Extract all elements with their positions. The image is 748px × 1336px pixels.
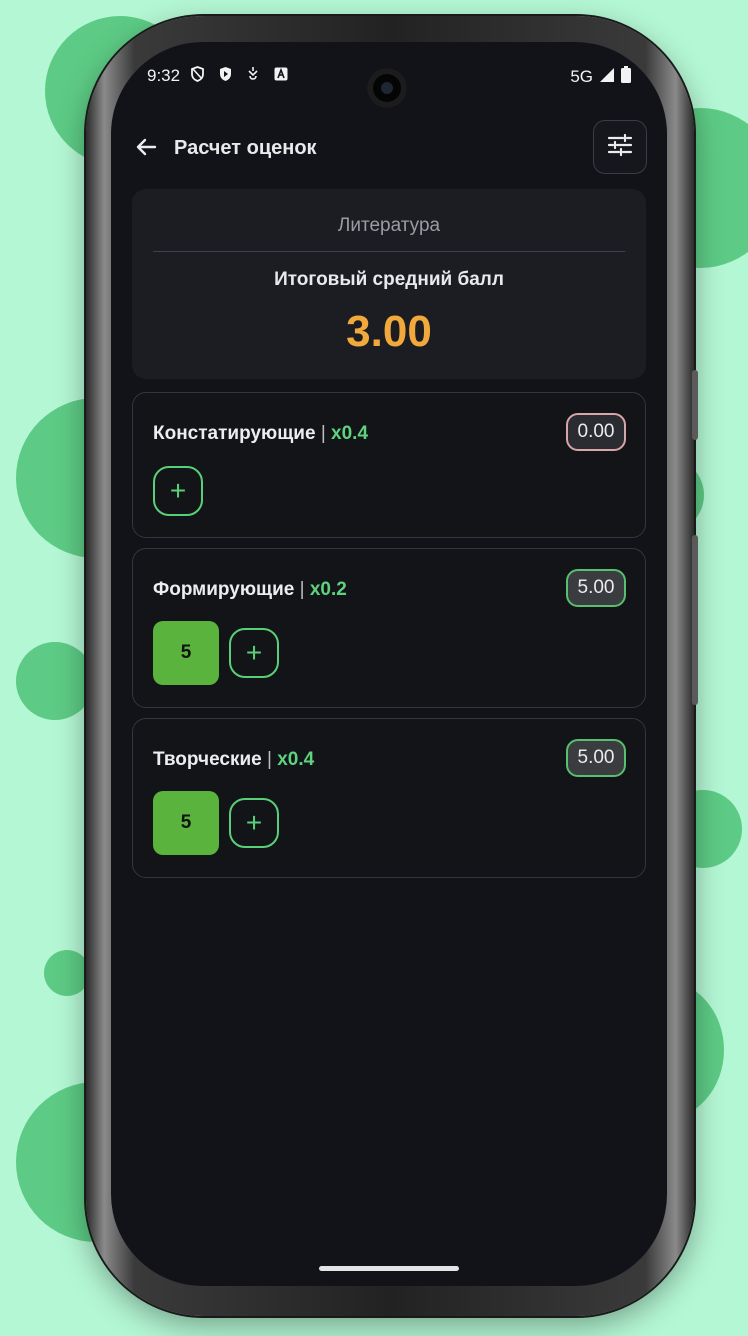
back-button[interactable]: [129, 132, 163, 166]
category-average-badge: 5.00: [566, 569, 626, 607]
bg-circle: [16, 642, 94, 720]
category-name: Формирующие: [153, 579, 295, 600]
phone-screen: 9:32 5G Расчет оценок Литература Итоговы…: [111, 42, 667, 1286]
shield-play-icon: [217, 66, 233, 82]
category-name: Творческие: [153, 749, 262, 770]
a-box-icon: [273, 66, 289, 82]
category-card: Констатирующие | x0.4 0.00 +: [132, 392, 646, 538]
average-label: Итоговый средний балл: [274, 269, 504, 290]
category-title: Творческие | x0.4: [153, 749, 314, 771]
category-weight: x0.4: [331, 423, 369, 444]
category-title: Констатирующие | x0.4: [153, 423, 368, 445]
subject-name: Литература: [337, 215, 441, 236]
category-separator: |: [267, 749, 272, 770]
category-card: Творческие | x0.4 5.00 5 +: [132, 718, 646, 878]
app-bar: Расчет оценок: [111, 122, 667, 178]
add-grade-button[interactable]: +: [229, 798, 279, 848]
battery-icon: [621, 66, 631, 88]
category-card: Формирующие | x0.2 5.00 5 +: [132, 548, 646, 708]
category-average-badge: 5.00: [566, 739, 626, 777]
signal-icon: [599, 67, 615, 88]
category-separator: |: [299, 579, 305, 600]
home-indicator[interactable]: [319, 1266, 459, 1271]
tune-icon: [606, 131, 634, 164]
add-grade-button[interactable]: +: [153, 466, 203, 516]
settings-button[interactable]: [593, 120, 647, 174]
activity-icon: [245, 66, 261, 82]
arrow-left-icon: [134, 135, 158, 164]
summary-card: Литература Итоговый средний балл 3.00: [132, 189, 646, 379]
bg-circle: [44, 950, 90, 996]
add-grade-button[interactable]: +: [229, 628, 279, 678]
category-average-badge: 0.00: [566, 413, 626, 451]
average-value: 3.00: [346, 307, 432, 356]
divider: [153, 251, 625, 252]
grade-chip[interactable]: 5: [153, 621, 219, 685]
front-camera: [367, 68, 407, 108]
grade-chip[interactable]: 5: [153, 791, 219, 855]
category-weight: x0.2: [309, 579, 347, 600]
category-weight: x0.4: [277, 749, 315, 770]
power-button: [692, 535, 698, 705]
category-title: Формирующие | x0.2: [153, 579, 347, 601]
category-separator: |: [320, 423, 326, 444]
volume-button: [692, 370, 698, 440]
shield-outline-icon: [189, 66, 205, 82]
network-label: 5G: [570, 67, 593, 86]
page-title: Расчет оценок: [174, 137, 317, 159]
category-name: Констатирующие: [153, 423, 316, 444]
status-time: 9:32: [147, 66, 181, 85]
